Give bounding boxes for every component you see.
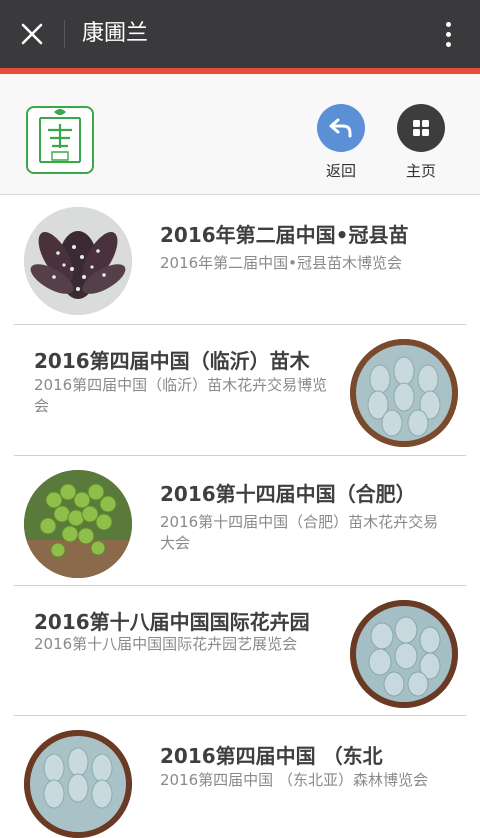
article-description: 2016第十八届中国国际花卉园艺展览会 <box>34 635 298 653</box>
article-thumbnail <box>24 470 132 578</box>
kangpulan-logo[interactable] <box>26 106 94 174</box>
back-arrow-icon <box>329 118 352 138</box>
succulent-green-beads-image <box>24 470 132 578</box>
succulent-pale-blue-rosette-image <box>350 339 458 447</box>
article-title: 2016第四届中国 （东北 <box>160 744 383 768</box>
succulent-pale-blue-rosette-image <box>350 600 458 708</box>
more-vertical-icon <box>445 21 451 27</box>
article-thumbnail <box>350 339 458 447</box>
article-title: 2016第十四届中国（合肥） <box>160 482 416 506</box>
more-menu-button[interactable] <box>430 16 466 52</box>
article-description: 2016年第二届中国•冠县苗木博览会 <box>160 254 403 272</box>
article-item[interactable]: 2016第四届中国（临沂）苗木 2016第四届中国（临沂）苗木花卉交易博览会 <box>0 325 480 456</box>
article-thumbnail <box>350 600 458 708</box>
close-button[interactable] <box>14 16 50 52</box>
article-item[interactable]: 2016第四届中国 （东北 2016第四届中国 （东北亚）森林博览会 <box>0 716 480 838</box>
home-button[interactable]: 主页 <box>389 104 453 181</box>
article-title: 2016第十八届中国国际花卉园 <box>34 610 310 634</box>
back-label: 返回 <box>325 162 356 180</box>
title-divider <box>64 20 65 48</box>
article-description: 2016第四届中国（临沂）苗木花卉交易博览会 <box>34 376 328 415</box>
close-icon <box>21 23 43 45</box>
back-button[interactable]: 返回 <box>309 104 373 181</box>
grid-icon <box>413 120 429 136</box>
article-item[interactable]: 2016年第二届中国•冠县苗 2016年第二届中国•冠县苗木博览会 <box>0 195 480 325</box>
succulent-pale-blue-rosette-image <box>24 730 132 838</box>
home-label: 主页 <box>405 162 436 180</box>
article-description: 2016第四届中国 （东北亚）森林博览会 <box>160 771 428 789</box>
window-title: 康圃兰 <box>82 21 149 46</box>
article-thumbnail <box>24 207 132 315</box>
article-item[interactable]: 2016第十八届中国国际花卉园 2016第十八届中国国际花卉园艺展览会 <box>0 586 480 716</box>
article-item[interactable]: 2016第十四届中国（合肥） 2016第十四届中国（合肥）苗木花卉交易大会 <box>0 456 480 586</box>
article-title: 2016第四届中国（临沂）苗木 <box>34 349 310 373</box>
title-bar: 康圃兰 <box>0 0 480 68</box>
succulent-spotted-leaves-image <box>24 207 132 315</box>
article-thumbnail <box>24 730 132 838</box>
home-circle <box>397 104 445 152</box>
back-circle <box>317 104 365 152</box>
page-header: 返回 主页 <box>0 74 480 195</box>
article-title: 2016年第二届中国•冠县苗 <box>160 223 409 247</box>
logo-mark <box>39 109 81 163</box>
article-description: 2016第十四届中国（合肥）苗木花卉交易大会 <box>160 513 439 552</box>
